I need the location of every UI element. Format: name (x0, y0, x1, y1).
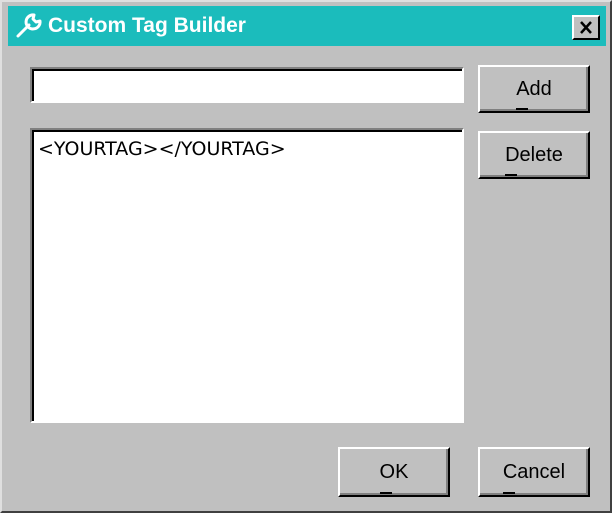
tag-name-input[interactable] (30, 67, 464, 103)
close-icon (580, 21, 592, 34)
title-bar[interactable]: Custom Tag Builder (8, 6, 606, 46)
delete-button-label: Delete (505, 133, 563, 177)
custom-tag-builder-dialog: Custom Tag Builder Add <YOURTAG></YOURTA… (0, 0, 612, 513)
list-item[interactable]: <YOURTAG></YOURTAG> (38, 136, 456, 162)
tag-list[interactable]: <YOURTAG></YOURTAG> (30, 128, 464, 423)
ok-button[interactable]: OK (338, 447, 450, 497)
close-button[interactable] (572, 15, 600, 40)
cancel-button-label: Cancel (502, 449, 565, 495)
cancel-button[interactable]: Cancel (478, 447, 590, 497)
delete-button[interactable]: Delete (478, 131, 590, 179)
window-title: Custom Tag Builder (48, 14, 246, 37)
ok-button-label: OK (379, 449, 408, 495)
add-button-label: Add (516, 67, 552, 111)
add-button[interactable]: Add (478, 65, 590, 113)
wrench-icon (14, 12, 44, 40)
